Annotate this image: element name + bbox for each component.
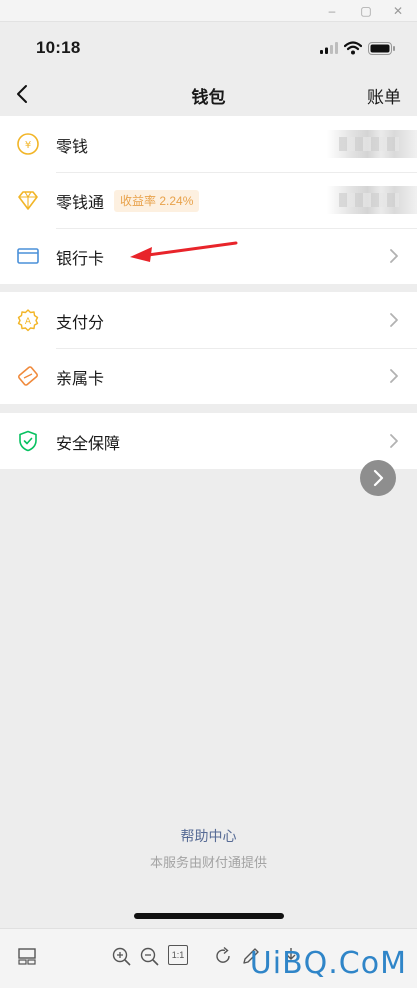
yield-badge: 收益率 2.24% [114,190,200,212]
actual-size-button[interactable]: 1:1 [168,945,188,965]
next-page-button[interactable] [360,460,396,496]
maximize-icon[interactable]: ▢ [358,3,374,19]
yuan-coin-icon: ¥ [17,133,39,155]
watermark-text: UiBQ.CoM [249,946,407,981]
family-card-icon [18,366,38,386]
svg-text:A: A [25,317,32,327]
zoom-out-icon[interactable] [138,945,160,967]
list-item-label: 亲属卡 [56,371,105,388]
score-badge-icon: A [17,309,39,332]
minimize-icon[interactable]: – [324,3,340,19]
window-title-bar: – ▢ ✕ [0,0,417,22]
home-indicator [134,913,284,919]
chevron-right-icon [390,434,398,448]
annotation-arrow [130,241,238,262]
thumbnail-icon[interactable] [16,945,38,967]
chevron-right-icon [390,369,398,383]
help-center-link[interactable]: 帮助中心 [0,826,417,846]
list-item-licaitong[interactable]: 零钱通 收益率 2.24% [0,172,417,228]
list-item-change[interactable]: ¥ 零钱 [0,116,417,172]
chevron-right-icon [373,469,384,487]
status-bar: 10:18 [0,22,417,72]
chevron-right-icon [390,249,398,263]
nav-bar: 钱包 账单 [0,72,417,116]
blurred-balance [327,186,417,214]
zoom-in-icon[interactable] [110,945,132,967]
list-item-label: 零钱通 [56,195,105,212]
wallet-group-services: A 支付分 亲属卡 [0,292,417,404]
list-item-label: 安全保障 [56,436,121,453]
list-item-family-card[interactable]: 亲属卡 [0,348,417,404]
provider-note: 本服务由财付通提供 [149,855,267,870]
list-item-label: 支付分 [56,315,105,332]
diamond-icon [18,191,38,210]
chevron-right-icon [390,313,398,327]
wallet-group-security: 安全保障 [0,413,417,469]
list-item-label: 零钱 [56,139,89,156]
bill-button[interactable]: 账单 [367,83,401,108]
battery-icon [368,42,395,55]
close-icon[interactable]: ✕ [390,3,406,19]
rotate-icon[interactable] [212,945,234,967]
list-item-security[interactable]: 安全保障 [0,413,417,469]
list-item-label: 银行卡 [56,251,105,268]
blurred-balance [327,130,417,158]
list-item-pay-score[interactable]: A 支付分 [0,292,417,348]
wifi-icon [344,41,362,55]
bank-card-icon [17,248,39,264]
shield-check-icon [19,430,37,452]
page-title: 钱包 [191,88,226,107]
cellular-signal-icon [320,42,338,54]
svg-text:¥: ¥ [25,140,31,151]
status-time: 10:18 [36,38,81,57]
